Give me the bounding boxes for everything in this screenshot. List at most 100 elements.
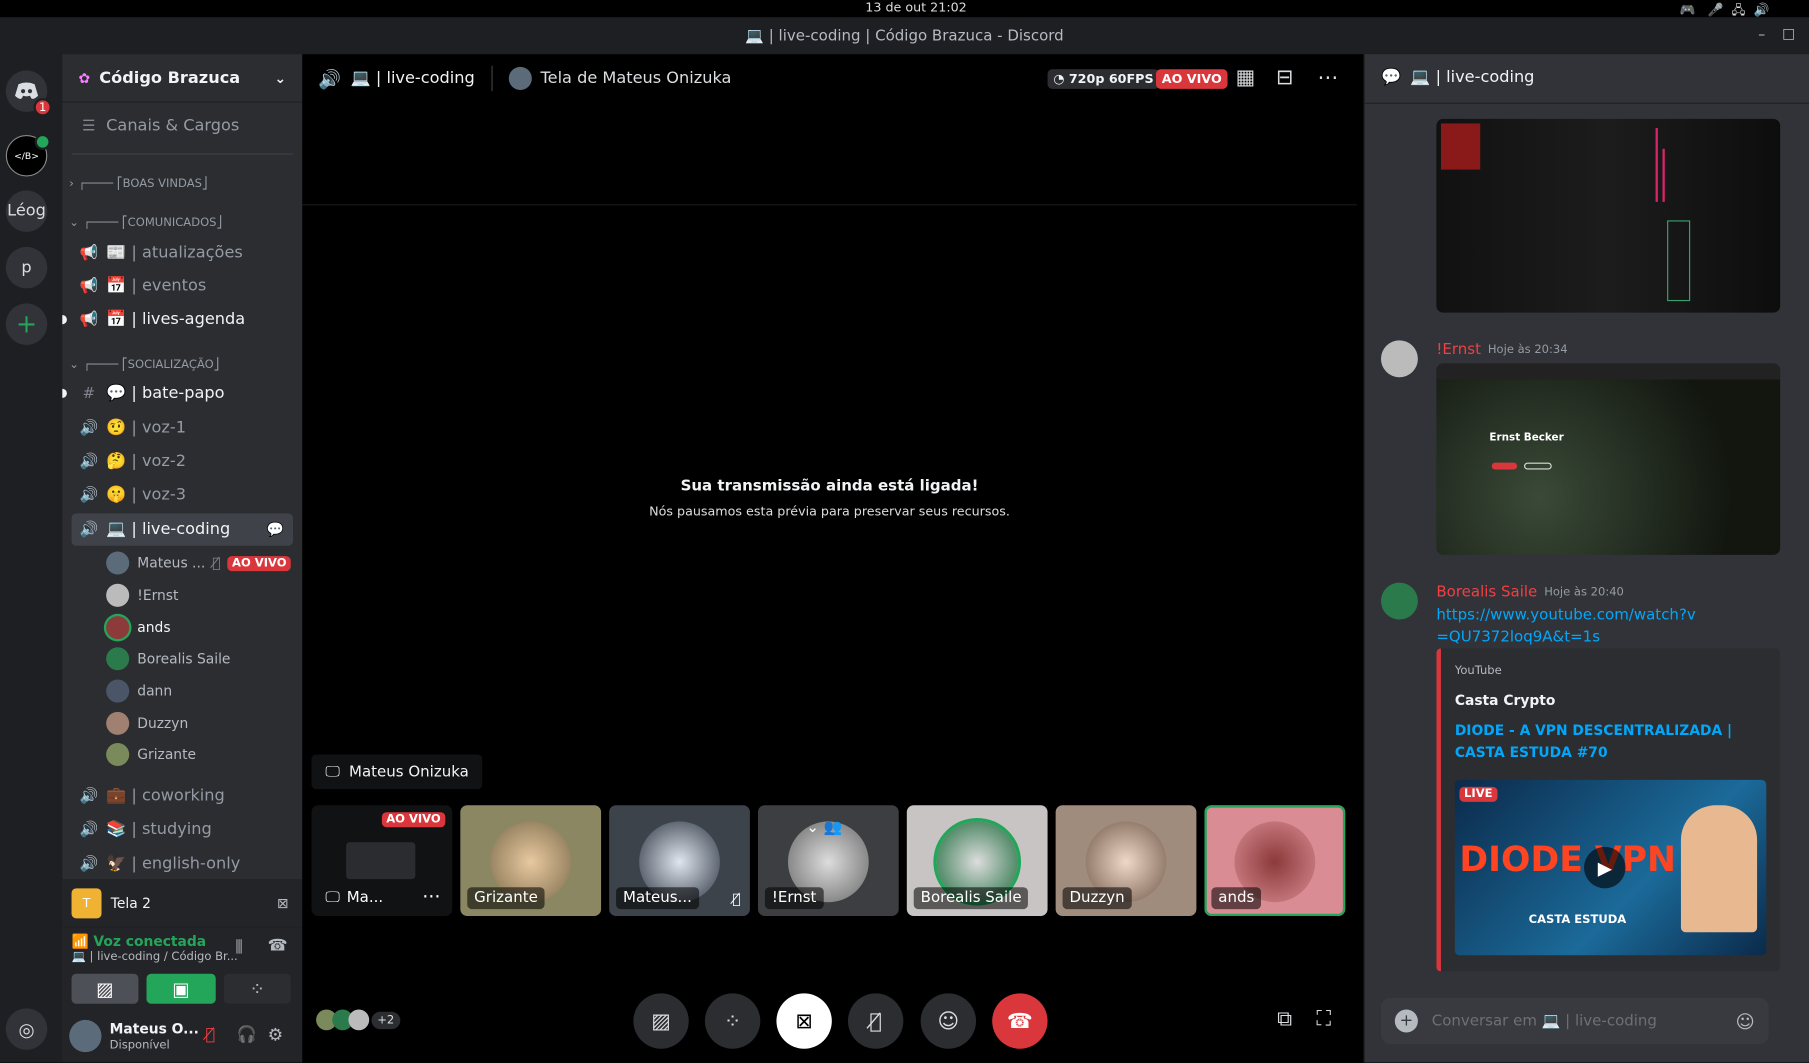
- inbox-icon[interactable]: ⊟: [1276, 66, 1293, 90]
- tile-ands[interactable]: ands: [1204, 805, 1346, 917]
- channel-studying[interactable]: 🔊 📚 | studying: [72, 813, 294, 845]
- thumb-title: DIODE VPN: [1459, 839, 1677, 881]
- message-image-site[interactable]: Ernst Becker: [1436, 363, 1781, 555]
- message-author[interactable]: !Ernst: [1436, 341, 1481, 358]
- tile-ernst[interactable]: !Ernst ⌄ 👥: [757, 805, 899, 917]
- more-options-icon[interactable]: ⋯: [1318, 66, 1339, 90]
- add-server-button[interactable]: +: [5, 303, 48, 345]
- channel-eventos[interactable]: 📢 📅 | eventos: [72, 270, 294, 302]
- message-author[interactable]: Borealis Saile: [1436, 584, 1537, 601]
- chevron-right-icon: ›: [69, 177, 74, 190]
- user-status: Disponível: [109, 1039, 170, 1053]
- grid-layout-icon[interactable]: ▦: [1236, 66, 1256, 90]
- mic-muted-icon[interactable]: 🎙̸: [205, 1026, 215, 1044]
- os-clock[interactable]: 13 de out 21:02: [865, 0, 966, 15]
- screen-icon: 🖵: [325, 763, 340, 781]
- play-icon[interactable]: ▶: [1584, 846, 1626, 889]
- speaker-icon: 🔊: [79, 855, 99, 873]
- server-leog[interactable]: Léog: [5, 190, 48, 232]
- avatar[interactable]: [1380, 340, 1418, 378]
- tile-borealis[interactable]: Borealis Saile: [906, 805, 1048, 917]
- message-time: Hoje às 20:34: [1487, 343, 1568, 357]
- thumb-live-badge: LIVE: [1459, 786, 1498, 802]
- link-embed: YouTube Casta Crypto DIODE - A VPN DESCE…: [1436, 648, 1781, 972]
- popout-icon[interactable]: ⧉: [1277, 1007, 1292, 1031]
- channel-lives-agenda[interactable]: 📢 📅 | lives-agenda: [72, 303, 294, 335]
- camera-off-button[interactable]: ▨: [71, 973, 139, 1004]
- category-boas-vindas[interactable]: › ┌──── ⎡BOAS VINDAS⎦: [62, 172, 302, 195]
- video-thumbnail[interactable]: LIVE DIODE VPN CASTA ESTUDA ▶: [1454, 779, 1767, 956]
- chevron-down-icon: ⌄: [69, 216, 79, 230]
- message-image-terminal[interactable]: [1436, 118, 1781, 313]
- discover-icon[interactable]: ◎: [5, 1008, 48, 1050]
- embed-title[interactable]: DIODE - A VPN DESCENTRALIZADA | CASTA ES…: [1455, 720, 1755, 764]
- channel-coworking[interactable]: 🔊 💼 | coworking: [72, 780, 294, 812]
- tile-grizante[interactable]: Grizante: [460, 805, 602, 917]
- channel-voz-2[interactable]: 🔊 🤔 | voz-2: [72, 445, 294, 477]
- tile-mateus-stream[interactable]: AO VIVO 🖵 Ma... ⋯: [311, 805, 453, 917]
- tile-duzzyn[interactable]: Duzzyn: [1055, 805, 1197, 917]
- disconnect-button[interactable]: ☎: [992, 993, 1048, 1049]
- mute-mic-button[interactable]: 🎙̸: [847, 993, 904, 1049]
- disconnect-icon[interactable]: ☎: [268, 937, 288, 955]
- speaker-icon: 🔊: [79, 452, 99, 471]
- user-name: Mateus O...: [109, 1021, 199, 1038]
- avatar: [106, 583, 130, 607]
- tile-mateus[interactable]: Mateus... 🎙̸: [609, 805, 750, 917]
- channel-atualizacoes[interactable]: 📢 📰 | atualizações: [72, 237, 294, 269]
- voice-user-mateus[interactable]: Mateus ... 🎙̸ AO VIVO: [106, 548, 293, 578]
- channels-and-roles[interactable]: ☰ Canais & Cargos: [72, 110, 294, 142]
- add-attachment-icon[interactable]: +: [1394, 1009, 1418, 1033]
- message-input[interactable]: + Conversar em 💻 | live-coding ☺: [1380, 997, 1769, 1045]
- avatar[interactable]: [1380, 582, 1418, 620]
- embed-author[interactable]: Casta Crypto: [1455, 692, 1556, 708]
- guild-boost-icon: ✿: [78, 69, 91, 86]
- emoji-icon[interactable]: ☺: [1736, 1010, 1755, 1032]
- focus-users-icon[interactable]: ⌄ 👥: [806, 819, 842, 836]
- message-link[interactable]: https://www.youtube.com/watch?v=QU7372lo…: [1436, 605, 1701, 649]
- voice-user-ands[interactable]: ands: [106, 613, 293, 643]
- server-p[interactable]: p: [5, 246, 48, 289]
- stream-owner-label: 🖵 Mateus Onizuka: [311, 754, 483, 790]
- noise-suppression-icon[interactable]: ⫼: [235, 938, 242, 956]
- divider: [71, 153, 294, 155]
- chat-bubble-icon[interactable]: 💬: [267, 521, 284, 537]
- divider: [302, 204, 1357, 206]
- channel-voz-3[interactable]: 🔊 🤫 | voz-3: [72, 479, 294, 511]
- activities-button[interactable]: ⁘: [223, 973, 291, 1004]
- camera-off-button[interactable]: ▨: [633, 993, 689, 1049]
- channel-english-only[interactable]: 🔊 🦅 | english-only: [72, 848, 294, 880]
- guild-header[interactable]: ✿ Código Brazuca ⌄: [62, 54, 303, 103]
- window-title: 💻 | live-coding | Código Brazuca - Disco…: [745, 27, 1064, 45]
- participants-summary[interactable]: +2: [316, 1009, 401, 1031]
- soundboard-button[interactable]: ☺: [920, 993, 977, 1049]
- unread-indicator: [62, 314, 67, 325]
- voice-user-dann[interactable]: dann: [106, 676, 293, 706]
- voice-channel-name[interactable]: 💻 | live-coding / Código Br...: [72, 951, 238, 964]
- voice-user-duzzyn[interactable]: Duzzyn: [106, 708, 293, 738]
- fullscreen-icon[interactable]: ⛶: [1316, 1007, 1331, 1031]
- stage-header: 🔊 💻 | live-coding Tela de Mateus Onizuka…: [302, 54, 1363, 102]
- stream-indicator-icon: [34, 133, 51, 150]
- voice-user-borealis[interactable]: Borealis Saile: [106, 644, 293, 674]
- category-comunicados[interactable]: ⌄ ┌──── ⎡COMUNICADOS⎦: [62, 211, 302, 234]
- channel-live-coding[interactable]: 🔊 💻 | live-coding 💬: [71, 513, 294, 546]
- category-socializacao[interactable]: ⌄ ┌──── ⎡SOCIALIZAÇÃO⎦: [62, 353, 302, 376]
- stop-stream-icon[interactable]: ⊠: [277, 895, 289, 911]
- more-options-icon[interactable]: ⋯: [422, 885, 440, 907]
- screen-share-button[interactable]: ▣: [146, 973, 216, 1004]
- activities-button[interactable]: ⁘: [704, 993, 761, 1049]
- channel-voz-1[interactable]: 🔊 🤨 | voz-1: [72, 412, 294, 444]
- gear-icon[interactable]: ⚙: [268, 1024, 284, 1045]
- headphones-icon[interactable]: 🎧: [237, 1026, 257, 1044]
- voice-user-grizante[interactable]: Grizante: [106, 740, 293, 770]
- stop-screen-share-button[interactable]: ⊠: [776, 993, 832, 1049]
- tile-name: Borealis Saile: [913, 887, 1029, 910]
- channel-bate-papo[interactable]: # 💬 | bate-papo: [72, 377, 294, 409]
- hashtag-icon: #: [82, 384, 96, 403]
- quality-badge[interactable]: ◔ 720p 60FPS: [1047, 69, 1160, 89]
- avatar[interactable]: [69, 1019, 102, 1053]
- maximize-button[interactable]: □: [1782, 25, 1795, 41]
- minimize-button[interactable]: –: [1758, 27, 1765, 43]
- voice-user-ernst[interactable]: !Ernst: [106, 580, 293, 610]
